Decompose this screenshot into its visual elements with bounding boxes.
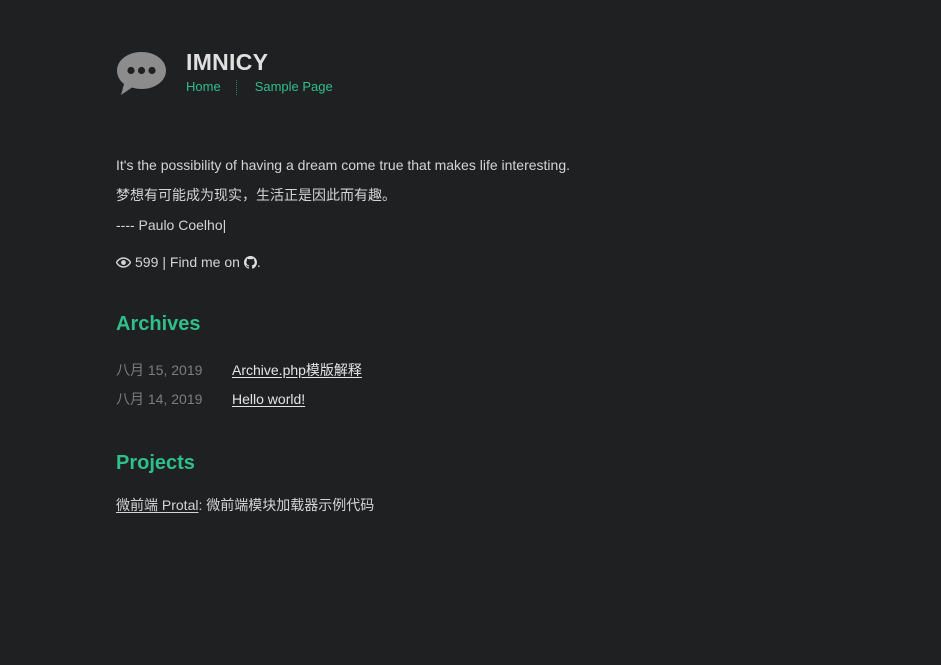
archive-date: 八月 15, 2019 xyxy=(116,362,203,378)
list-item: 八月 14, 2019 Hello world! xyxy=(116,385,816,414)
project-item: 微前端 Protal: 微前端模块加载器示例代码 xyxy=(116,495,816,515)
chat-bubble-logo-icon[interactable] xyxy=(116,50,167,96)
quote-english: It's the possibility of having a dream c… xyxy=(116,157,571,173)
github-icon[interactable] xyxy=(243,255,257,269)
list-item: 八月 15, 2019 Archive.php模版解释 xyxy=(116,356,816,385)
archives-heading: Archives xyxy=(116,313,201,335)
quote-author: ---- Paulo Coelho| xyxy=(116,217,227,233)
view-count: 599 xyxy=(135,254,159,270)
archive-post-link[interactable]: Archive.php模版解释 xyxy=(232,356,362,385)
archive-post-link[interactable]: Hello world! xyxy=(232,385,305,414)
find-me-text: | Find me on xyxy=(162,254,240,270)
nav-sample-page-link[interactable]: Sample Page xyxy=(255,79,333,95)
page: IMNICY Home Sample Page It's the possibi… xyxy=(0,0,941,665)
main-content: It's the possibility of having a dream c… xyxy=(116,150,816,515)
projects-heading: Projects xyxy=(116,452,195,474)
site-header: IMNICY Home Sample Page xyxy=(116,49,333,96)
period: . xyxy=(256,254,261,270)
project-description: : 微前端模块加载器示例代码 xyxy=(198,497,375,513)
eye-icon xyxy=(116,256,131,268)
nav-home-link[interactable]: Home xyxy=(186,79,221,95)
archive-list: 八月 15, 2019 Archive.php模版解释 八月 14, 2019 … xyxy=(116,356,816,414)
archive-date: 八月 14, 2019 xyxy=(116,391,203,407)
main-nav: Home Sample Page xyxy=(186,79,333,95)
quote-chinese: 梦想有可能成为现实，生活正是因此而有趣。 xyxy=(116,187,396,203)
nav-separator xyxy=(235,79,237,95)
project-link[interactable]: 微前端 Protal xyxy=(116,497,198,513)
header-text: IMNICY Home Sample Page xyxy=(186,49,333,95)
meta-line: 599 | Find me on . xyxy=(116,252,816,272)
site-title[interactable]: IMNICY xyxy=(186,49,333,75)
quote-block: It's the possibility of having a dream c… xyxy=(116,150,816,240)
